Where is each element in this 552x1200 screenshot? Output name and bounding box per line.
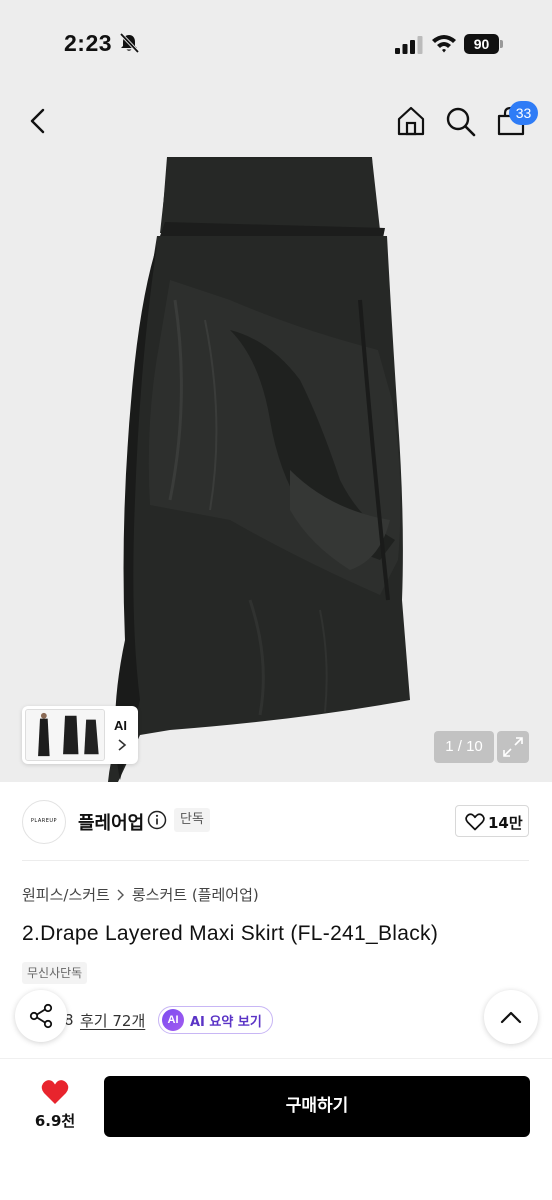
back-icon[interactable]: [22, 104, 56, 138]
heart-outline-icon: [465, 813, 485, 831]
brand-exclusive-tag: 단독: [174, 808, 210, 832]
breadcrumb-subcategory[interactable]: 롱스커트 (플레어업): [132, 884, 259, 905]
breadcrumb-category[interactable]: 원피스/스커트: [22, 884, 110, 905]
wish-count: 6.9천: [34, 1112, 76, 1130]
musinsa-exclusive-tag: 무신사단독: [22, 962, 88, 984]
product-title: 2.Drape Layered Maxi Skirt (FL-241_Black…: [22, 922, 439, 945]
brand-like-count: 14만: [488, 814, 523, 832]
home-icon[interactable]: [394, 104, 428, 138]
chevron-right-icon: [117, 889, 124, 900]
gallery-thumbnail-card[interactable]: AI: [22, 706, 138, 764]
cart-count-badge: 33: [509, 101, 538, 125]
brand-logo-text: PLAREUP: [30, 818, 58, 824]
share-icon: [29, 1003, 53, 1029]
info-icon[interactable]: [147, 810, 167, 830]
product-image[interactable]: [0, 150, 552, 782]
chevron-up-icon: [500, 1011, 522, 1024]
review-count-link[interactable]: 후기 72개: [80, 1010, 145, 1031]
buy-button[interactable]: 구매하기: [104, 1076, 530, 1137]
battery-level: 90: [464, 34, 499, 54]
status-bar: 2:23 90: [0, 0, 552, 90]
thumbnail-ai-label: AI: [114, 718, 127, 733]
divider: [22, 860, 529, 861]
ai-summary-button[interactable]: AI AI 요약 보기: [158, 1006, 273, 1034]
battery-indicator: 90: [464, 34, 504, 54]
brand-like-button[interactable]: 14만: [455, 805, 529, 837]
image-counter: 1 / 10: [434, 731, 494, 763]
heart-icon[interactable]: [40, 1078, 70, 1106]
expand-icon: [503, 737, 523, 757]
breadcrumb: 원피스/스커트 롱스커트 (플레어업): [22, 884, 259, 905]
ai-badge-icon: AI: [162, 1009, 184, 1031]
status-time: 2:23: [64, 30, 113, 56]
chevron-right-icon: [118, 739, 127, 751]
battery-tip: [500, 40, 503, 48]
brand-name[interactable]: 플레어업: [78, 809, 144, 835]
bell-slash-icon: [119, 33, 140, 53]
expand-button[interactable]: [497, 731, 529, 763]
brand-logo[interactable]: PLAREUP: [22, 800, 66, 844]
signal-icon: [395, 36, 423, 54]
wifi-icon: [432, 35, 456, 53]
scroll-to-top-button[interactable]: [484, 990, 538, 1044]
ai-summary-label: AI 요약 보기: [190, 1014, 262, 1030]
search-icon[interactable]: [443, 104, 477, 138]
share-button[interactable]: [15, 990, 67, 1042]
thumbnail-image: [25, 709, 105, 761]
